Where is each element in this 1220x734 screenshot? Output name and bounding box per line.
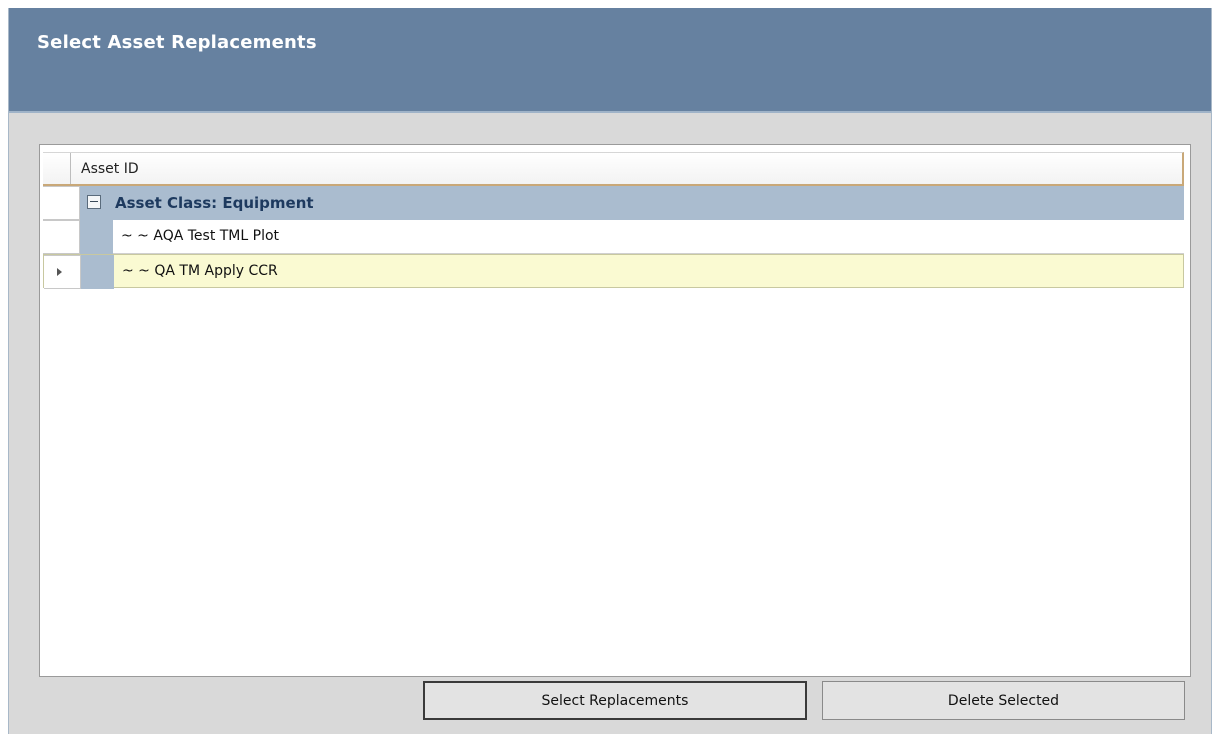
asset-grid: Asset ID Asset Class: Equipment ~ ~ AQA … [39, 144, 1191, 677]
dialog-title-bar: Select Asset Replacements [9, 8, 1211, 113]
group-row-asset-class[interactable]: Asset Class: Equipment [43, 186, 1184, 220]
group-label: Asset Class: Equipment [115, 194, 314, 212]
grid-header: Asset ID [43, 152, 1184, 186]
header-row-selector[interactable] [43, 153, 71, 184]
delete-selected-button[interactable]: Delete Selected [822, 681, 1185, 720]
column-header-asset-id[interactable]: Asset ID [81, 161, 139, 177]
asset-id-cell[interactable]: ~ ~ QA TM Apply CCR [122, 263, 278, 279]
asset-id-cell[interactable]: ~ ~ AQA Test TML Plot [121, 228, 279, 244]
row-selector[interactable] [44, 255, 81, 289]
row-selector[interactable] [43, 186, 80, 220]
row-selector[interactable] [43, 220, 80, 254]
select-asset-replacements-dialog: Select Asset Replacements Asset ID Asset… [8, 8, 1212, 734]
dialog-title: Select Asset Replacements [37, 32, 317, 53]
group-indent [81, 255, 114, 289]
caret-right-icon [57, 268, 62, 276]
collapse-minus-icon[interactable] [87, 195, 101, 209]
select-replacements-button[interactable]: Select Replacements [423, 681, 807, 720]
table-row[interactable]: ~ ~ AQA Test TML Plot [43, 220, 1184, 254]
group-indent [80, 220, 113, 254]
table-row-selected[interactable]: ~ ~ QA TM Apply CCR [43, 254, 1184, 289]
